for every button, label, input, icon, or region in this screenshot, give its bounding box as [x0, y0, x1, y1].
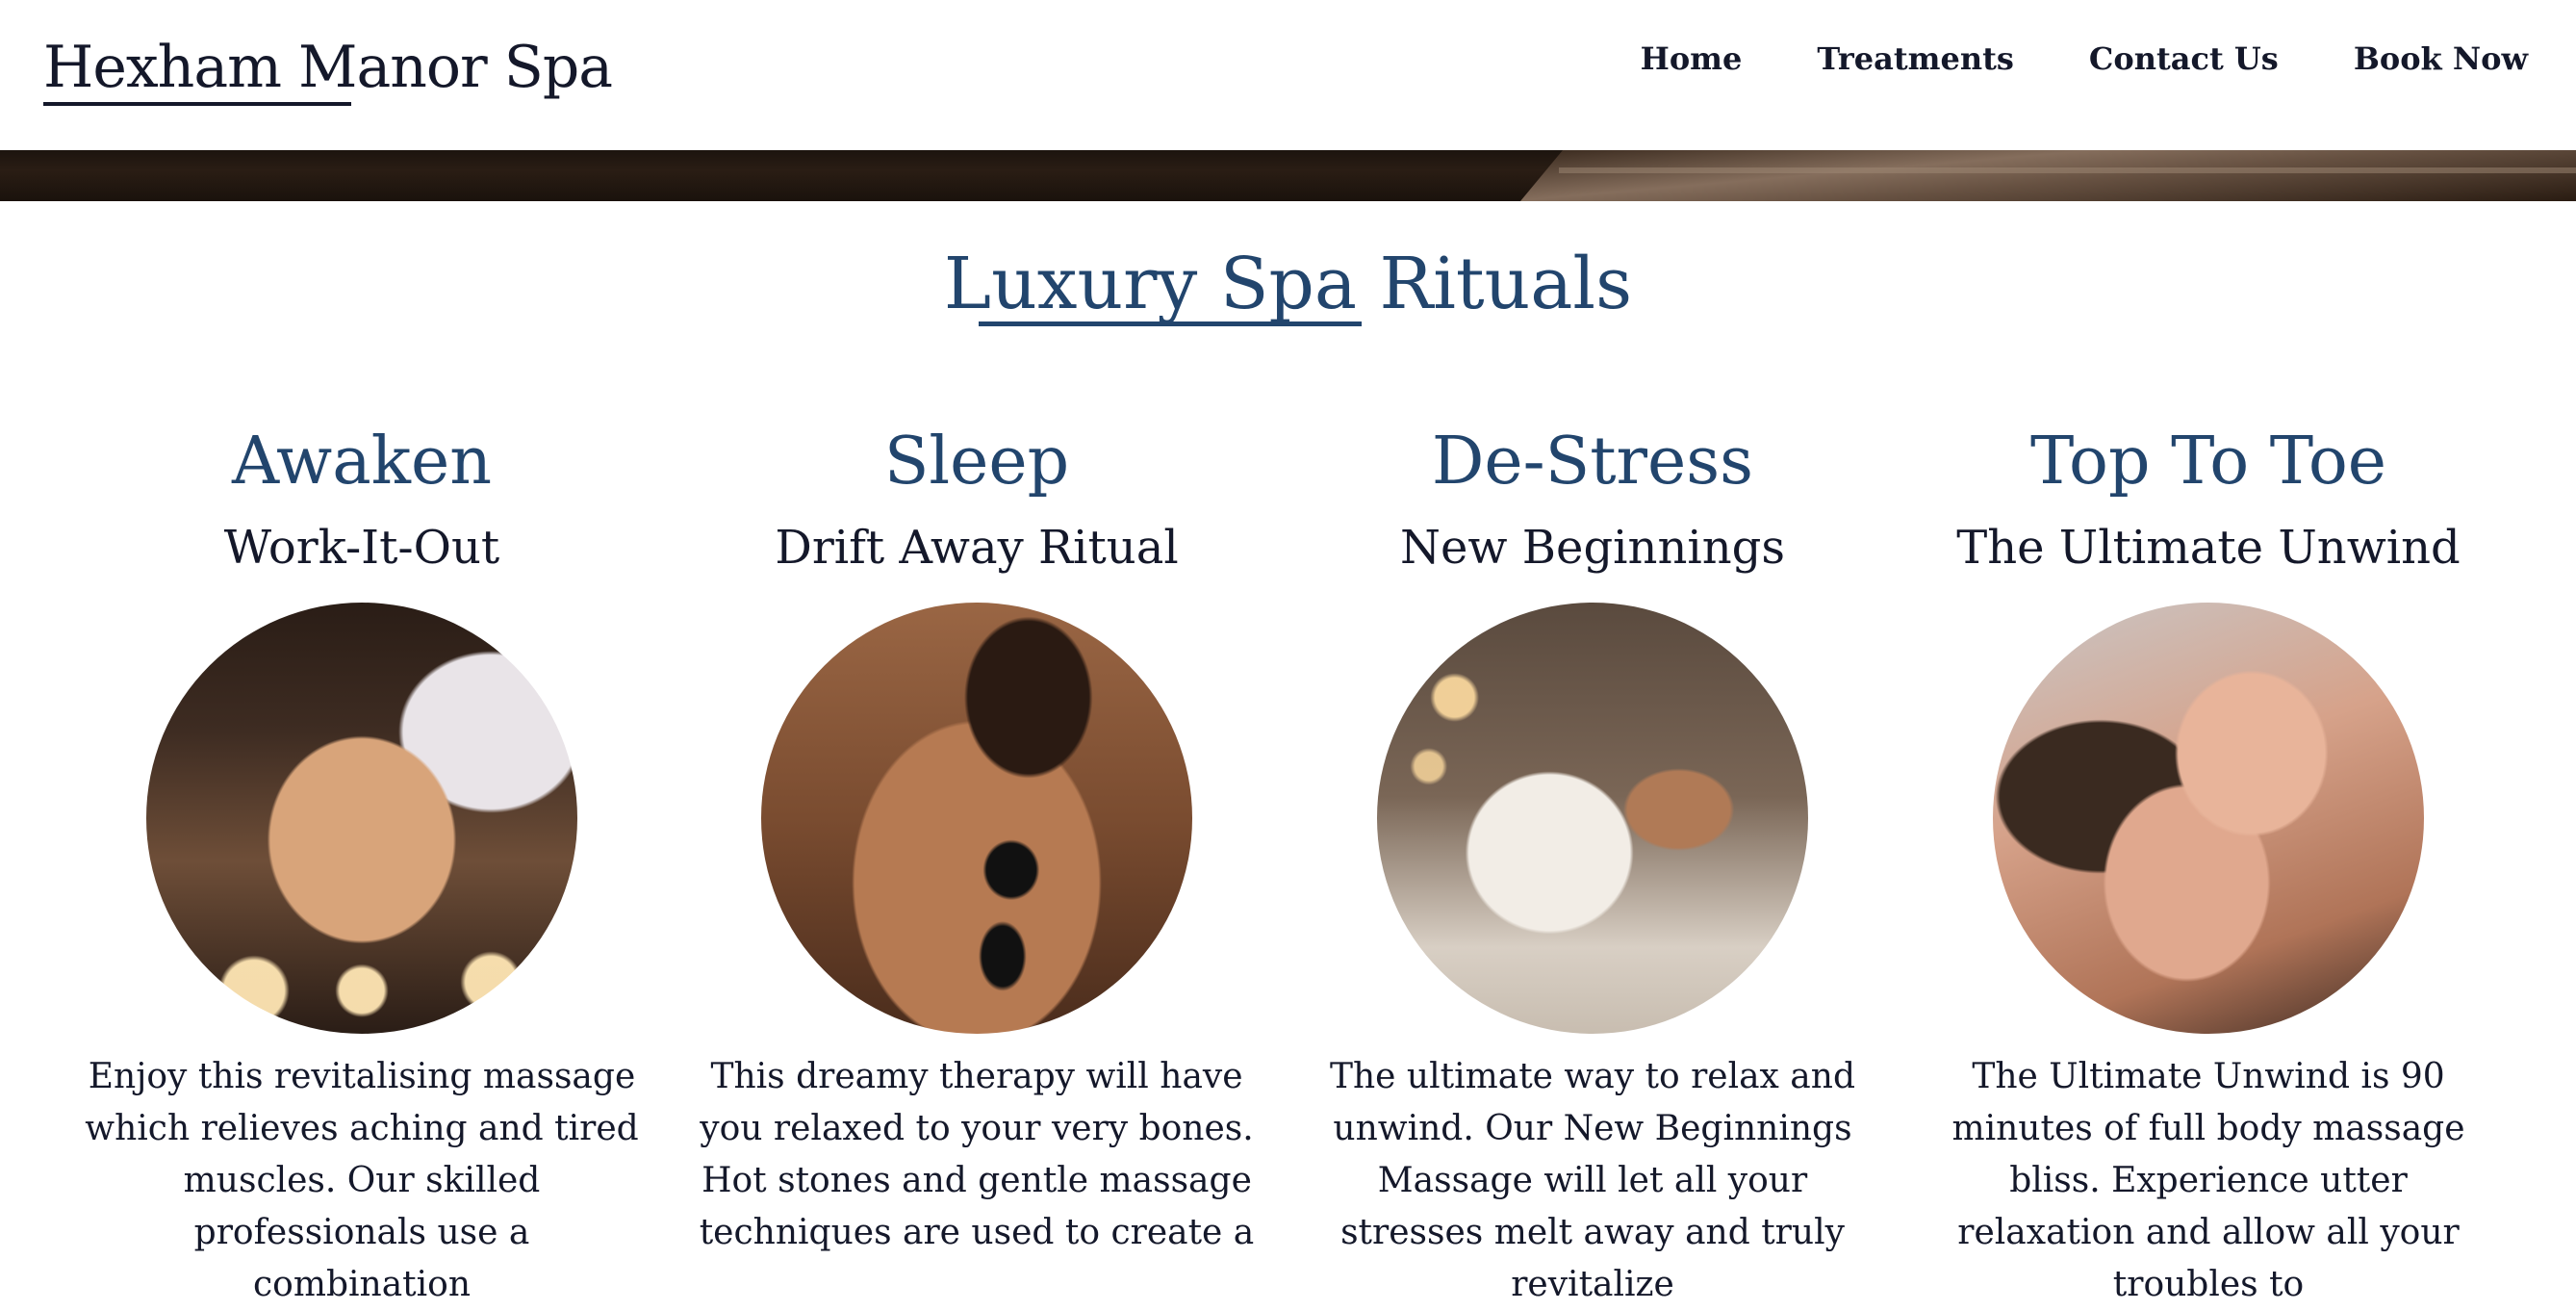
ritual-card-de-stress: De-Stress New Beginnings The ultimate wa…	[1304, 414, 1881, 1311]
ritual-photo-shoulder-massage	[1993, 603, 2424, 1034]
ritual-card-sleep: Sleep Drift Away Ritual This dreamy ther…	[688, 414, 1265, 1259]
ritual-photo-facial-massage	[1377, 603, 1808, 1034]
ritual-description: The ultimate way to relax and unwind. Ou…	[1329, 1057, 1855, 1304]
hero-image-strip	[0, 150, 2576, 201]
site-header: Hexham Manor Spa Home Treatments Contact…	[0, 0, 2576, 150]
hero-wood-surface	[1520, 150, 2576, 201]
nav-home[interactable]: Home	[1641, 37, 1743, 81]
hero-wood-grain	[1559, 167, 2576, 173]
ritual-category: Awaken	[231, 424, 493, 500]
ritual-photo-back-massage	[146, 603, 577, 1034]
ritual-description: Enjoy this revitalising massage which re…	[85, 1057, 639, 1304]
ritual-description: The Ultimate Unwind is 90 minutes of ful…	[1951, 1057, 2465, 1304]
ritual-card-awaken: Awaken Work-It-Out Enjoy this revitalisi…	[73, 414, 650, 1311]
ritual-name: New Beginnings	[1400, 521, 1785, 575]
main-nav: Home Treatments Contact Us Book Now	[1566, 37, 2528, 81]
ritual-name: The Ultimate Unwind	[1956, 521, 2461, 575]
section-title: Luxury Spa Rituals	[943, 243, 1633, 325]
ritual-name: Work-It-Out	[223, 521, 500, 575]
section-title-underline	[979, 321, 1362, 326]
nav-contact-us[interactable]: Contact Us	[2089, 37, 2279, 81]
ritual-name: Drift Away Ritual	[775, 521, 1179, 575]
ritual-category: De-Stress	[1431, 424, 1754, 500]
logo-underline	[43, 102, 351, 106]
nav-book-now[interactable]: Book Now	[2354, 37, 2528, 81]
nav-treatments[interactable]: Treatments	[1817, 37, 2014, 81]
ritual-description: This dreamy therapy will have you relaxe…	[699, 1057, 1255, 1252]
ritual-card-top-to-toe: Top To Toe The Ultimate Unwind The Ultim…	[1920, 414, 2497, 1311]
ritual-category: Top To Toe	[2029, 424, 2387, 500]
ritual-photo-hot-stones	[761, 603, 1192, 1034]
ritual-category: Sleep	[883, 424, 1070, 500]
site-logo[interactable]: Hexham Manor Spa	[43, 29, 613, 106]
